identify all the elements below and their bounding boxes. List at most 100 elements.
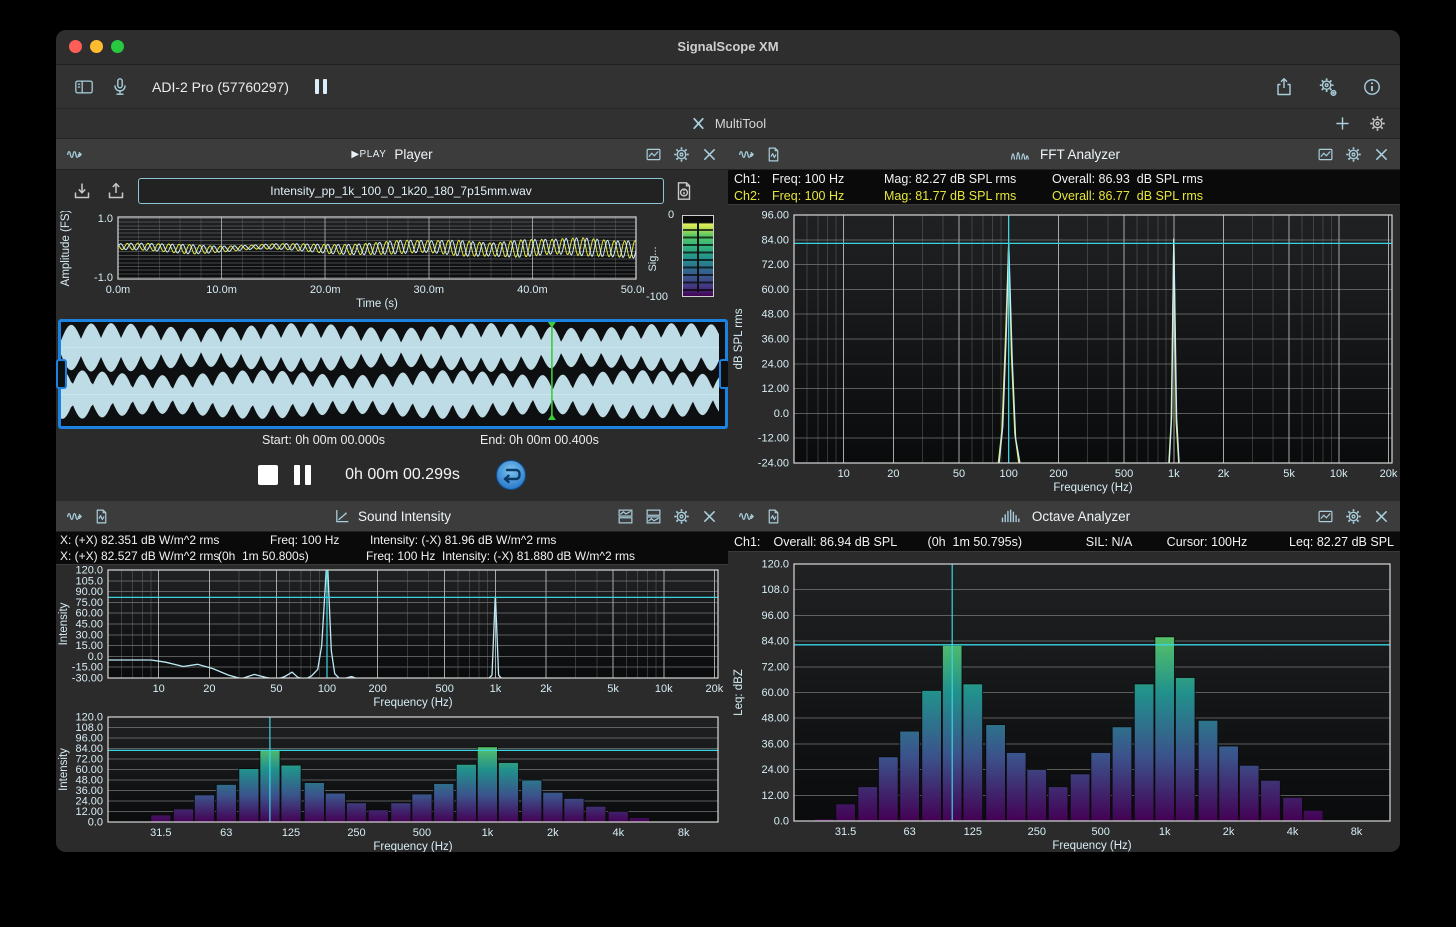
svg-text:0.0: 0.0	[774, 816, 789, 828]
info-icon	[1362, 77, 1382, 97]
signal-icon[interactable]	[66, 146, 83, 163]
svg-text:10.0m: 10.0m	[206, 284, 237, 296]
input-device-button[interactable]	[110, 77, 130, 97]
file-icon[interactable]	[93, 508, 110, 525]
selection-handle-left[interactable]	[56, 359, 67, 389]
player-chart-toggle-button[interactable]	[645, 146, 662, 163]
add-tool-button[interactable]	[1334, 115, 1351, 132]
loaded-file-field[interactable]	[138, 178, 664, 204]
intensity-close-button[interactable]	[701, 508, 718, 525]
octave-title: Octave Analyzer	[728, 501, 1400, 531]
player-waveform-chart[interactable]: 1.0-1.00.0m10.0m20.0m30.0m40.0m50.0mTime…	[58, 211, 644, 311]
pause-button[interactable]	[294, 465, 311, 485]
tab-settings-button[interactable]	[1369, 115, 1386, 132]
signal-icon[interactable]	[738, 508, 755, 525]
svg-text:84.00: 84.00	[761, 636, 789, 648]
sidebar-toggle-button[interactable]	[74, 77, 94, 97]
svg-text:40.0m: 40.0m	[517, 284, 548, 296]
pause-icon	[315, 79, 319, 94]
leq-value: Leq: 82.27 dB SPL	[1289, 535, 1394, 549]
svg-text:72.00: 72.00	[761, 661, 789, 673]
svg-text:125: 125	[282, 827, 300, 839]
chart-top-icon	[617, 508, 634, 525]
fft-curves-icon	[1008, 146, 1032, 163]
intensity-header: Sound Intensity	[56, 501, 728, 532]
player-close-button[interactable]	[701, 146, 718, 163]
channel-label: Ch1:	[734, 172, 772, 186]
global-pause-button[interactable]	[315, 79, 327, 94]
main-toolbar: ADI-2 Pro (57760297)	[56, 65, 1400, 109]
selection-waveform[interactable]	[61, 322, 719, 420]
octave-bars-plot[interactable]: 120.0108.096.0084.0072.0060.0048.0036.00…	[728, 551, 1400, 852]
sound-intensity-panel: Sound Intensity X: (+X) 82.351 dB W/m^2 …	[56, 501, 729, 852]
svg-text:50.0m: 50.0m	[621, 284, 644, 296]
svg-text:8k: 8k	[678, 827, 690, 839]
player-title: ▶PLAY Player	[56, 139, 728, 169]
stop-button[interactable]	[258, 465, 278, 485]
fft-spectrum-plot[interactable]: 96.0084.0072.0060.0048.0036.0024.0012.00…	[728, 203, 1400, 501]
intensity-settings-button[interactable]	[673, 508, 690, 525]
svg-text:20k: 20k	[1380, 468, 1398, 480]
intensity-bottom-chart-toggle[interactable]	[645, 508, 662, 525]
bars-icon	[998, 508, 1024, 525]
microphone-icon	[110, 77, 130, 97]
signal-icon[interactable]	[738, 146, 755, 163]
overall-value: Overall: 86.77 dB SPL rms	[1052, 189, 1203, 203]
loop-button[interactable]	[495, 459, 527, 491]
chart-box-icon	[645, 146, 662, 163]
gears-icon	[1318, 77, 1338, 97]
fft-close-button[interactable]	[1373, 146, 1390, 163]
svg-text:10: 10	[838, 468, 850, 480]
selection-end-label: End: 0h 00m 00.400s	[480, 433, 599, 447]
svg-text:4k: 4k	[1287, 826, 1299, 838]
intensity-octave-plot[interactable]: 120.0108.096.0084.0072.0060.0048.0036.00…	[56, 711, 728, 852]
zoom-window-button[interactable]	[111, 40, 124, 53]
intensity-spectrum-plot[interactable]: 120.0105.090.0075.0060.0045.0030.0015.00…	[56, 563, 728, 711]
file-icon[interactable]	[765, 508, 782, 525]
player-panel: ▶PLAY Player 1.0-1.00.0m10	[56, 139, 729, 502]
intensity-readout: X: (+X) 82.351 dB W/m^2 rms Freq: 100 Hz…	[56, 532, 728, 565]
import-file-button[interactable]	[72, 181, 92, 201]
close-window-button[interactable]	[69, 40, 82, 53]
player-overview-row: 1.0-1.00.0m10.0m20.0m30.0m40.0m50.0mTime…	[56, 211, 728, 313]
svg-text:Intensity: Intensity	[58, 602, 70, 645]
panel-title-text: Octave Analyzer	[1032, 509, 1130, 524]
octave-close-button[interactable]	[1373, 508, 1390, 525]
minimize-window-button[interactable]	[90, 40, 103, 53]
octave-analyzer-panel: Octave Analyzer Ch1: Overall: 86.94 dB S…	[728, 501, 1400, 852]
signal-icon[interactable]	[66, 508, 83, 525]
chart-bottom-icon	[645, 508, 662, 525]
svg-text:Time (s): Time (s)	[356, 298, 398, 310]
window-controls	[69, 40, 124, 53]
waveform-selection-region[interactable]	[58, 319, 728, 429]
info-button[interactable]	[1362, 77, 1382, 97]
close-icon	[701, 508, 718, 525]
tab-multitool[interactable]: MultiTool	[56, 109, 1400, 138]
file-icon[interactable]	[765, 146, 782, 163]
octave-settings-button[interactable]	[1345, 508, 1362, 525]
freq-value: Freq: 100 Hz	[772, 172, 884, 186]
app-settings-button[interactable]	[1318, 77, 1338, 97]
svg-text:48.00: 48.00	[761, 713, 789, 725]
player-settings-button[interactable]	[673, 146, 690, 163]
export-file-button[interactable]	[106, 181, 126, 201]
intensity-top-chart-toggle[interactable]	[617, 508, 634, 525]
multitool-icon	[690, 115, 707, 132]
file-info-button[interactable]	[674, 181, 694, 201]
sidebar-icon	[74, 77, 94, 97]
octave-chart-toggle-button[interactable]	[1317, 508, 1334, 525]
svg-text:500: 500	[1092, 826, 1110, 838]
svg-text:20: 20	[203, 683, 215, 695]
share-button[interactable]	[1274, 77, 1294, 97]
fft-chart-toggle-button[interactable]	[1317, 146, 1334, 163]
window-titlebar: SignalScope XM	[56, 30, 1400, 65]
meter-min-label: -100	[646, 291, 668, 303]
svg-text:2k: 2k	[540, 683, 552, 695]
chart-box-icon	[1317, 146, 1334, 163]
freq-value: Freq: 100 Hz	[772, 189, 884, 203]
upload-icon	[106, 181, 126, 201]
svg-text:10: 10	[153, 683, 165, 695]
fft-settings-button[interactable]	[1345, 146, 1362, 163]
octave-header: Octave Analyzer	[728, 501, 1400, 532]
intensity-readout-row1: X: (+X) 82.351 dB W/m^2 rms Freq: 100 Hz…	[56, 532, 728, 548]
